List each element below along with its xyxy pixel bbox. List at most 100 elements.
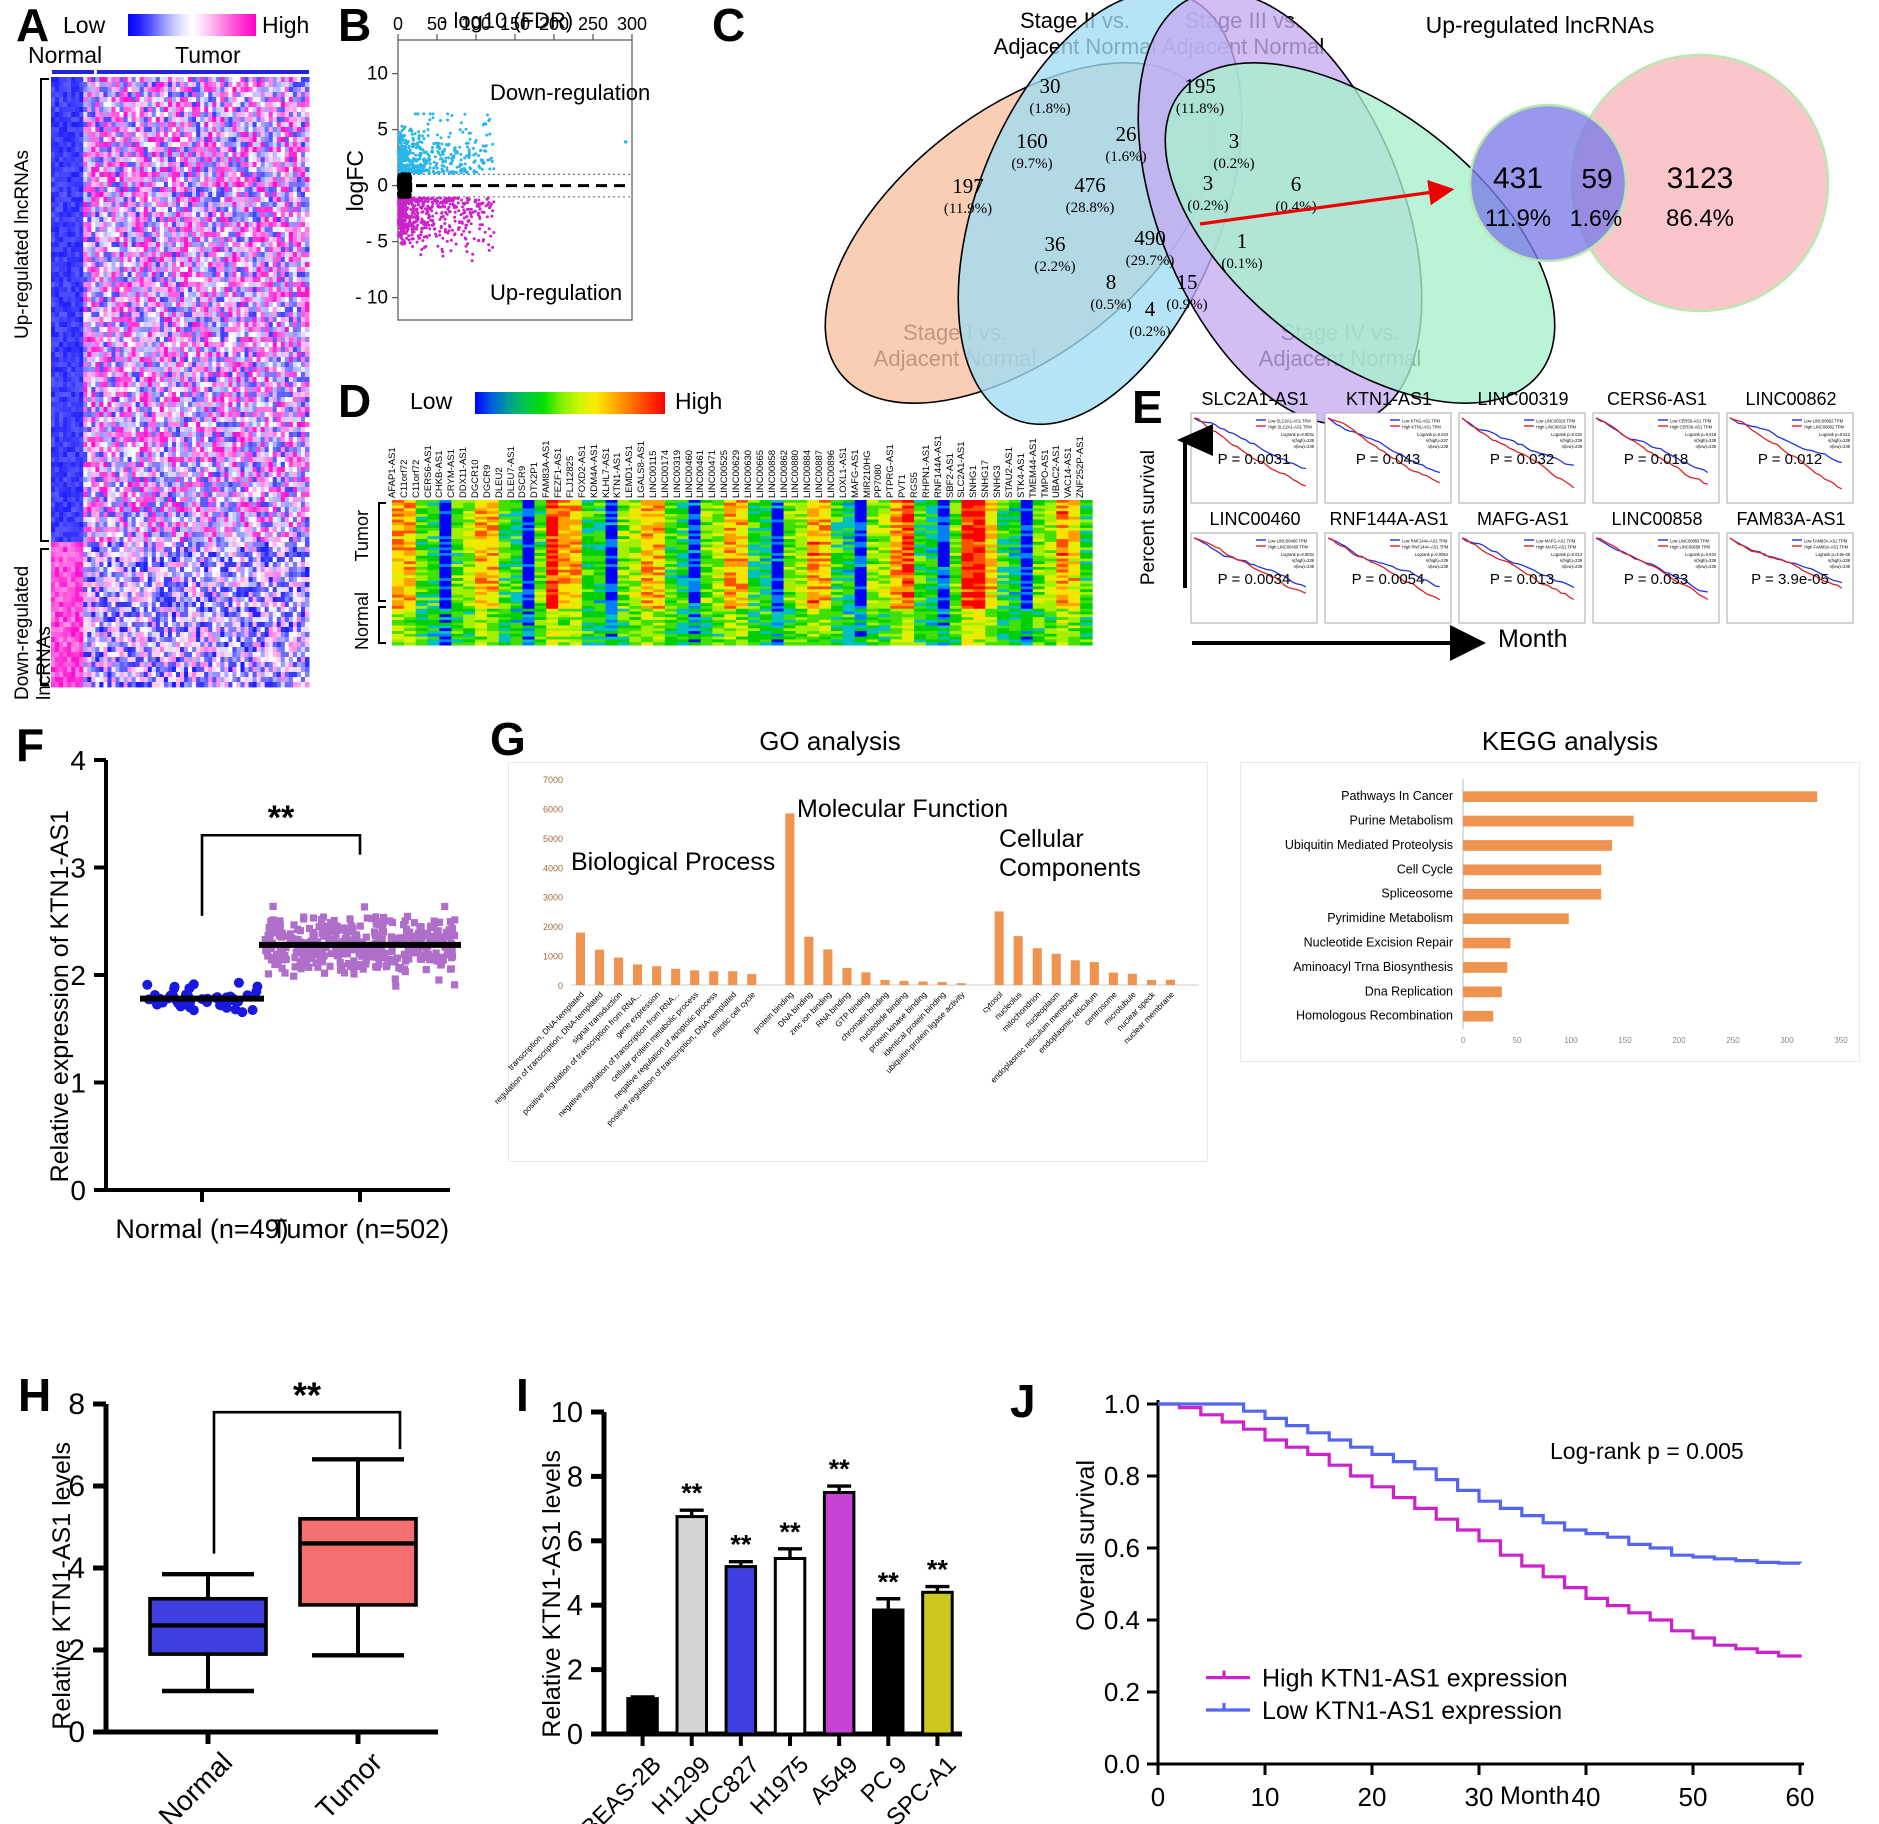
legend-high-text: High MAFG-AS1 TPM: [1536, 545, 1577, 550]
venn2-right-pct: 86.4%: [1666, 205, 1734, 232]
panel-j-ytick-label: 0.2: [1104, 1677, 1140, 1707]
go-bar: [880, 980, 890, 985]
panel-h-xtick-label: Tumor: [310, 1746, 388, 1824]
panel-f-xtick-label: Tumor (n=502): [271, 1214, 449, 1244]
legend-low-text: Low FAM83A-AS1 TPM: [1804, 539, 1848, 544]
legend-low-text: Low LINC00319 TPM: [1536, 419, 1576, 424]
heatmap-column-label: DSCR9: [517, 465, 529, 498]
panel-d-bracket-tumor: [378, 502, 386, 602]
legend-low-text: Low CERS6-AS1 TPM: [1670, 419, 1712, 424]
survival-pvalue: P = 0.0054: [1352, 571, 1425, 588]
venn4-pct: (28.8%): [1066, 200, 1115, 216]
survival-pvalue: P = 0.0031: [1218, 451, 1291, 468]
venn2-mid-pct: 1.6%: [1570, 205, 1622, 231]
go-bar: [747, 974, 757, 985]
kegg-bar: [1463, 986, 1502, 998]
kegg-category-label: Pathways In Cancer: [1341, 789, 1453, 803]
kegg-chart: Pathways In Cancer Purine Metabolism Ubiqu…: [1285, 779, 1848, 1045]
survival-pvalue: P = 0.013: [1490, 571, 1554, 588]
heatmap-column-label: AFAP1-AS1: [386, 447, 398, 498]
venn4-count: 36: [1045, 232, 1066, 256]
panel-c-label: C: [712, 0, 746, 51]
km-legend-label: High KTN1-AS1 expression: [1262, 1665, 1568, 1693]
n-low-text: n(low)=239: [1562, 444, 1583, 449]
logrank-text: Logrank p=0.0054: [1415, 552, 1449, 557]
km-legend-label: Low KTN1-AS1 expression: [1262, 1697, 1562, 1725]
panel-j-xtick-label: 40: [1572, 1782, 1601, 1812]
panel-j-xtick-label: 0: [1151, 1782, 1165, 1812]
heatmap-column-label: LINC00629: [731, 449, 742, 498]
venn4-count: 476: [1074, 173, 1106, 197]
go-bar: [1108, 972, 1118, 985]
panel-f-dotplot: 01234Normal (n=49)Tumor (n=502)**: [70, 745, 461, 1244]
heatmap-column-label: LINC00630: [742, 449, 754, 498]
panel-d-heatmap: [392, 500, 1093, 646]
n-high-text: n(high)=239: [1560, 558, 1583, 563]
panel-i-significance: **: [779, 1517, 801, 1547]
heatmap-column-label: LINC00887: [814, 449, 826, 498]
survival-mini-panel: RNF144A-AS1 Low RNF144A-AS1 TPM High RNF14…: [1324, 510, 1454, 626]
logrank-text: Logrank p=0.033: [1685, 552, 1717, 557]
legend-high-text: High RNF144A-AS1 TPM: [1402, 545, 1449, 550]
panel-i-significance: **: [927, 1555, 949, 1585]
go-bar: [994, 911, 1004, 985]
heatmap-column-label: MAFG-AS1: [849, 449, 861, 498]
n-high-text: n(high)=239: [1828, 558, 1851, 563]
n-high-text: n(high)=235: [1292, 438, 1315, 443]
kegg-xtick-label: 150: [1618, 1036, 1632, 1045]
panel-j: J 0.0 0.2 0.4 0.6 0.8 1.0 0 10 20 30 40 50 60 High KT…: [990, 1330, 1879, 1824]
heatmap-column-label: DLEU2: [493, 467, 505, 498]
heatmap-column-label: STK4-AS1: [1015, 453, 1027, 498]
panel-d-legend-low: Low: [410, 388, 453, 414]
survival-gene-title: KTN1-AS1: [1345, 389, 1433, 409]
heatmap-column-label: FOXD2-AS1: [576, 445, 588, 498]
survival-pvalue: P = 0.043: [1356, 451, 1420, 468]
kegg-xtick-label: 50: [1513, 1036, 1522, 1045]
panel-i-bar: [675, 1515, 708, 1736]
n-high-text: n(high)=239: [1694, 438, 1717, 443]
legend-high-text: High LINC00319 TPM: [1536, 425, 1577, 430]
go-bar: [1089, 962, 1099, 985]
heatmap-column-label: LINC00461: [695, 449, 707, 498]
venn4-count: 197: [952, 174, 984, 198]
go-bar: [861, 972, 871, 985]
legend-high-text: High SLC2A1-AS1 TPM: [1268, 425, 1312, 430]
panel-j-xtick-label: 50: [1679, 1782, 1708, 1812]
venn4-pct: (11.8%): [1176, 101, 1224, 117]
kegg-xtick-label: 350: [1834, 1036, 1848, 1045]
panel-e-xlabel: Month: [1498, 625, 1568, 653]
panel-j-label: J: [1010, 1375, 1036, 1427]
n-low-text: n(low)=239: [1294, 564, 1315, 569]
go-bar: [785, 813, 795, 985]
venn4-count: 3: [1229, 129, 1240, 153]
venn4-pct: (2.2%): [1034, 259, 1075, 275]
heatmap-column-label: PTPRG-AS1: [885, 444, 897, 498]
legend-high-text: High KTN1-AS1 TPM: [1402, 425, 1441, 430]
survival-gene-title: MAFG-AS1: [1476, 509, 1569, 529]
go-bar: [671, 968, 681, 985]
heatmap-column-label: C11orf72: [398, 459, 410, 498]
n-low-text: n(low)=239: [1562, 564, 1583, 569]
go-bar: [1051, 953, 1061, 985]
heatmap-column-label: LGALS8-AS1: [636, 440, 648, 498]
venn4-pct: (9.7%): [1011, 156, 1052, 172]
kegg-bar: [1463, 864, 1602, 876]
heatmap-column-label: LINC00319: [671, 449, 683, 498]
go-group-cc: Cellular Components: [999, 825, 1141, 882]
heatmap-column-label: CERS6-AS1: [422, 445, 434, 498]
heatmap-column-label: LEMD1-AS1: [624, 445, 636, 498]
venn4-pct: (1.8%): [1029, 101, 1070, 117]
venn2-right-count: 3123: [1667, 162, 1734, 195]
go-bar: [728, 971, 738, 985]
panel-b-volcano: 0 50 100 150 200 250 300- 10- 50510Down-regula…: [355, 14, 650, 321]
venn2-left-count: 431: [1493, 162, 1543, 195]
legend-high-text: High LINC00862 TPM: [1804, 425, 1845, 430]
panel-c: C Stage II vs. Adjacent Normal Stage III…: [660, 0, 1879, 426]
heatmap-column-label: SNHG1: [968, 465, 980, 498]
kegg-chart-box: Pathways In Cancer Purine Metabolism Ubiqu…: [1240, 762, 1860, 1062]
kegg-bar: [1463, 815, 1634, 827]
heatmap-column-label: DDX11-AS1: [458, 446, 470, 498]
survival-pvalue: P = 3.9e-05: [1751, 571, 1829, 588]
panel-d-legend-high: High: [675, 388, 723, 414]
go-bar: [1070, 960, 1080, 985]
